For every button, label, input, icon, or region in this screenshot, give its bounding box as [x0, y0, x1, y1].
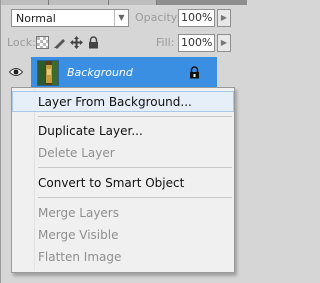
layer-context-menu: Layer From Background... Duplicate Layer…: [11, 87, 235, 273]
menu-item-convert-to-smart-object[interactable]: Convert to Smart Object: [12, 172, 234, 193]
chevron-right-icon: ▶: [220, 13, 228, 22]
opacity-label: Opacity:: [135, 11, 181, 24]
lock-position-icon[interactable]: [70, 36, 83, 49]
eye-icon[interactable]: [9, 66, 23, 78]
menu-item-label: Flatten Image: [38, 250, 122, 264]
menu-item-merge-visible: Merge Visible: [12, 224, 234, 245]
chevron-right-icon: ▶: [220, 38, 228, 47]
blend-mode-select[interactable]: Normal ▼: [11, 9, 129, 27]
menu-separator: [38, 167, 232, 168]
layer-selection[interactable]: Background: [31, 57, 217, 89]
menu-item-label: Delete Layer: [38, 146, 115, 160]
chevron-down-icon: ▼: [114, 10, 128, 26]
menu-separator: [38, 197, 232, 198]
menu-item-label: Merge Visible: [38, 228, 119, 242]
lock-transparency-icon[interactable]: [36, 36, 49, 49]
opacity-dropdown-button[interactable]: ▶: [217, 9, 231, 27]
menu-item-layer-from-background[interactable]: Layer From Background...: [12, 91, 234, 112]
panel-tab-strip: [1, 0, 247, 5]
lock-row: Lock: Fill: 100% ▶: [1, 32, 247, 54]
fill-label: Fill:: [156, 36, 175, 49]
menu-item-delete-layer: Delete Layer: [12, 142, 234, 163]
menu-item-duplicate-layer[interactable]: Duplicate Layer...: [12, 120, 234, 141]
layer-thumbnail: [37, 60, 59, 86]
panel-tab[interactable]: [109, 0, 157, 5]
fill-field[interactable]: 100%: [178, 34, 215, 52]
lock-label: Lock:: [7, 36, 36, 49]
layer-name: Background: [67, 66, 133, 79]
menu-item-flatten-image: Flatten Image: [12, 246, 234, 267]
panel-tab[interactable]: [1, 0, 49, 5]
fill-dropdown-button[interactable]: ▶: [217, 34, 231, 52]
menu-item-merge-layers: Merge Layers: [12, 202, 234, 223]
lock-all-icon[interactable]: [87, 36, 100, 49]
panel-tab[interactable]: [49, 0, 109, 5]
menu-item-label: Duplicate Layer...: [38, 124, 143, 138]
opacity-field[interactable]: 100%: [178, 9, 215, 27]
blend-mode-value: Normal: [16, 12, 56, 25]
menu-item-label: Merge Layers: [38, 206, 119, 220]
menu-item-label: Layer From Background...: [38, 95, 192, 109]
layers-panel: Normal ▼ Opacity: 100% ▶ Lock: Fill: 100…: [0, 0, 247, 283]
menu-separator: [38, 116, 232, 117]
lock-pixels-icon[interactable]: [53, 36, 66, 49]
menu-item-label: Convert to Smart Object: [38, 176, 185, 190]
layer-row[interactable]: Background: [1, 57, 247, 89]
lock-icon: [190, 66, 199, 79]
